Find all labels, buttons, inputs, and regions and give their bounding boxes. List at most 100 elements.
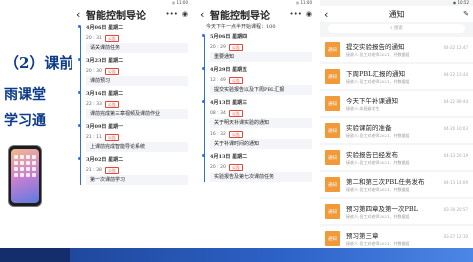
notification-item[interactable]: 通知 第二和第三次PBL任务发布 接收人:员工对老师2021、共数据组 04-13… [320,172,473,197]
announcement-time: 20 : 31 [86,36,102,41]
announcement-item[interactable]: 20 : 30 公告 课前预习 [86,67,188,86]
announcement-card[interactable]: 第一次课前学习 [86,175,188,185]
notification-icon: 通知 [325,231,340,246]
slide-item-xuexitong: 学习通 [4,113,46,129]
announcement-item[interactable]: 20 : 31 公告 请关课前任务 [86,34,188,53]
notification-recipients: 接收人:员工对老师2021、共数据组 [346,133,410,138]
notification-recipients: 接收人:员工对老师2021、共数据组 [346,241,410,246]
back-icon[interactable]: ‹ [324,8,334,21]
back-icon[interactable]: ‹ [76,8,86,21]
announcement-item[interactable]: 16 : 32 公告 关于补课时间的通知 [210,130,312,149]
page-title: 智能控制导论 [86,10,146,22]
more-icon[interactable]: ••• [290,10,302,18]
page-title: 通知 [388,9,405,19]
announcement-item[interactable]: 08 : 34 公告 关于明天补课实验的通知 [210,109,312,128]
notification-item[interactable]: 通知 实验报告已经发布 接收人:员工对老师2021、共数据组 04-13 20:1… [320,145,473,170]
panel-header: ‹ 智能控制导论 ••• ◉ [196,6,316,22]
date-header: 4月13日 星期二 [200,151,316,162]
back-icon[interactable]: ‹ [200,8,210,21]
notification-time: 04-13 20:19 [443,153,468,158]
date-header: 4月06日 星期二 [76,22,192,33]
notification-recipients: 接收人:员工对老师2021、共数据组 [346,52,410,57]
notification-icon: 通知 [325,69,340,84]
target-icon[interactable]: ◉ [182,10,188,18]
notification-recipients: 接收人:员工对老师2021、共数据组 [346,187,410,192]
announcement-tag: 公告 [104,167,119,174]
notification-icon: 通知 [325,96,340,111]
announcement-card[interactable]: 关于补课时间的通知 [210,139,312,149]
compose-icon[interactable]: ✎ [463,10,469,18]
panel-header: ‹ 智能控制导论 ••• ◉ [72,6,192,22]
phone-panel-course-announcements-1: ◎ 11:00 ‹ 智能控制导论 ••• ◉ 4月06日 星期二 20 : 31… [72,0,192,248]
date-header: 3月16日 星期二 [76,88,192,99]
target-icon[interactable]: ◉ [306,10,312,18]
announcement-tag: 公告 [104,68,119,75]
announcement-item[interactable]: 21 : 38 公告 第一次课前学习 [86,166,188,185]
announcement-tag: 公告 [104,35,119,42]
announcement-item[interactable]: 22 : 33 公告 课前完成第三章视频及课前作业 [86,100,188,119]
notification-title: 今天下午补课通知 [346,97,398,105]
announcement-time: 08 : 34 [210,111,226,116]
announcement-item[interactable]: 20 : 20 公告 实验报告及第七次课前任务 [210,163,312,182]
announcement-time: 21 : 11 [86,135,102,140]
notification-icon: 通知 [325,123,340,138]
announcement-time: 22 : 33 [86,102,102,107]
announcement-time: 12 : 49 [210,78,226,83]
notification-recipients: 接收人:员工对老师2021、共数据组 [346,214,410,219]
notification-recipients: 接收人:员工对老师2021、共数据组 [346,79,410,84]
announcement-tag: 公告 [228,110,243,117]
notification-title: 提交实验报告的通知 [346,43,405,51]
notification-icon: 通知 [325,177,340,192]
notification-item[interactable]: 通知 预习第三章 接收人:员工对老师2021、共数据组 03-27 12:10 [320,226,473,248]
announcement-tag: 公告 [104,101,119,108]
announcement-item[interactable]: 21 : 11 公告 上课前完成智能导论系统 [86,133,188,152]
announcement-time: 16 : 32 [210,132,226,137]
announcement-item[interactable]: 12 : 49 公告 提交实验报告以及下周PBL汇报 [210,76,312,95]
phone-panel-notifications: ◉ 10:52 ‹ 通知 ✎ ⌕ 搜索 通知 提交实验报告的通知 接收人:员工对老… [320,0,473,248]
announcement-card[interactable]: 关于明天补课实验的通知 [210,118,312,128]
notification-time: 04-22 12:47 [443,45,468,50]
announcement-timeline: 5月06日 星期四 20 : 29 公告 重要通知 4月29日 星期五 12 : … [196,31,316,182]
page-title: 智能控制导论 [210,10,270,22]
notification-time: 04-20 10:03 [443,126,468,131]
slide-footer-bar [0,248,473,262]
announcement-time: 21 : 38 [86,168,102,173]
notification-icon: 通知 [325,204,340,219]
date-header: 4月29日 星期五 [200,64,316,75]
phone-panel-course-announcements-2: ◎ 11:00 ‹ 智能控制导论 ••• ◉ 今天下午一点半开始课程：100 5… [196,0,316,248]
notification-recipients: 接收人:本班级学生 [346,106,380,111]
announcement-card[interactable]: 上课前完成智能导论系统 [86,142,188,152]
slide-heading: （2）课前 [4,54,75,72]
search-input[interactable]: ⌕ 搜索 [328,24,465,33]
phone-image [8,145,42,207]
more-icon[interactable]: ••• [166,10,178,18]
announcement-card[interactable]: 实验报告及第七次课前任务 [210,172,312,182]
notification-time: 03-30 20:57 [443,207,468,212]
date-header: 5月06日 星期四 [200,31,316,42]
notification-recipients: 接收人:员工对老师2021、共数据组 [346,160,410,165]
announcement-card[interactable]: 请关课前任务 [86,43,188,53]
notification-title: 第二和第三次PBL任务发布 [346,178,425,186]
notification-item[interactable]: 通知 下周PBL汇报的通知 接收人:员工对老师2021、共数据组 04-22 13… [320,64,473,89]
announcement-card[interactable]: 课前预习 [86,76,188,86]
announcement-tag: 公告 [228,131,243,138]
pinned-notice[interactable]: 今天下午一点半开始课程：100 [196,22,316,31]
notification-time: 04-13 14:09 [443,180,468,185]
announcement-card[interactable]: 课前完成第三章视频及课前作业 [86,109,188,119]
notification-item[interactable]: 通知 实验课前的准备 接收人:员工对老师2021、共数据组 04-20 10:03 [320,118,473,143]
announcement-timeline: 4月06日 星期二 20 : 31 公告 请关课前任务 3月23日 星期二 20 … [72,22,192,185]
notification-item[interactable]: 通知 今天下午补课通知 接收人:本班级学生 04-22 09:44 [320,91,473,116]
notification-title: 预习第四章及第一次PBL [346,205,418,213]
announcement-tag: 公告 [104,134,119,141]
notification-time: 04-22 13:44 [443,72,468,77]
announcement-card[interactable]: 提交实验报告以及下周PBL汇报 [210,85,312,95]
announcement-item[interactable]: 20 : 29 公告 重要通知 [210,43,312,62]
announcement-time: 20 : 20 [210,165,226,170]
date-header: 4月13日 星期三 [200,97,316,108]
notification-item[interactable]: 通知 预习第四章及第一次PBL 接收人:员工对老师2021、共数据组 03-30 … [320,199,473,224]
notification-item[interactable]: 通知 提交实验报告的通知 接收人:员工对老师2021、共数据组 04-22 12:… [320,37,473,62]
announcement-tag: 公告 [228,164,243,171]
notification-title: 实验报告已经发布 [346,151,398,159]
notification-icon: 通知 [325,42,340,57]
announcement-card[interactable]: 重要通知 [210,52,312,62]
